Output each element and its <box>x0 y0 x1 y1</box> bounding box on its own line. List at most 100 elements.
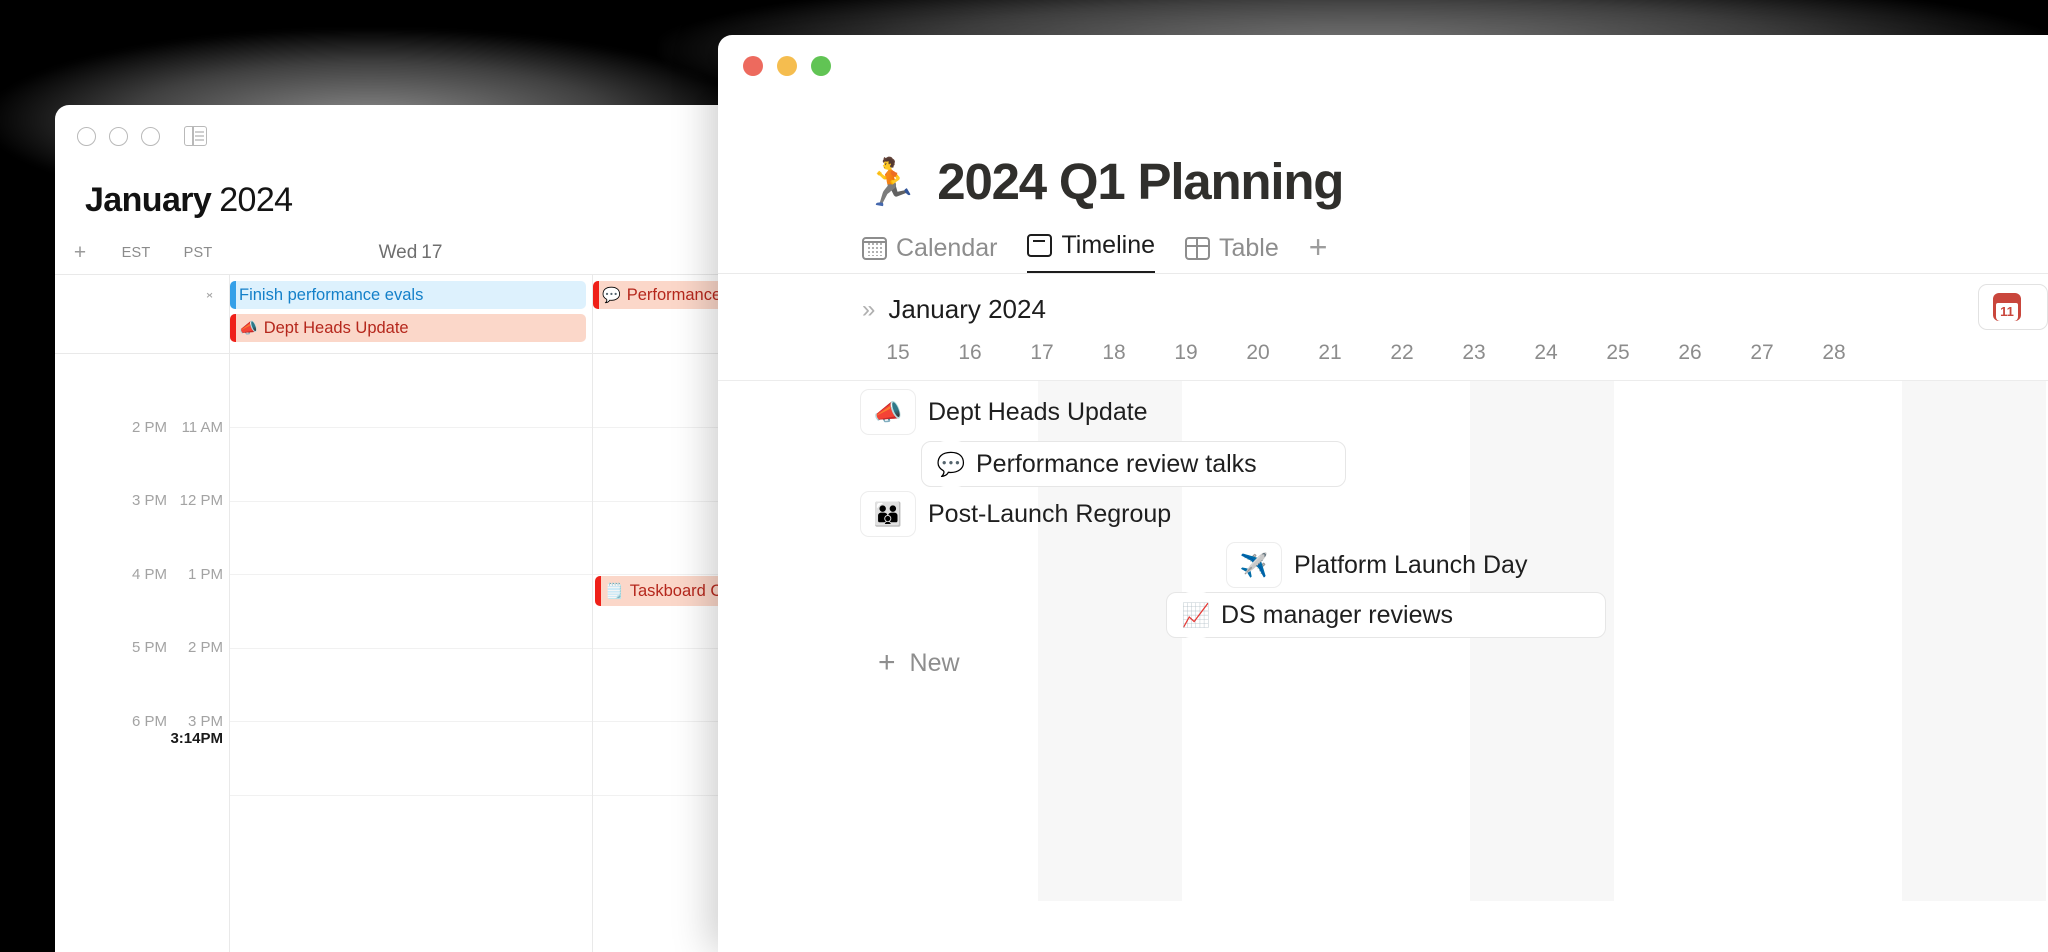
ruler-day[interactable]: 22 <box>1366 341 1438 365</box>
hour-divider <box>230 648 592 649</box>
calendar-year-label: 2024 <box>219 181 293 219</box>
all-day-event-dept-heads[interactable]: 📣 Dept Heads Update <box>230 314 586 342</box>
megaphone-icon: 📣 <box>239 320 258 337</box>
day-header-wed[interactable]: Wed 17 <box>229 242 592 264</box>
timeline-titlebar <box>718 35 2048 97</box>
time-label-pst: 11 AM <box>181 419 223 436</box>
tab-table[interactable]: Table <box>1185 234 1279 274</box>
timeline-item-ds-manager-reviews[interactable]: 📈 DS manager reviews <box>1166 592 1606 638</box>
time-label-est: 2 PM <box>131 419 167 436</box>
timeline-item-label: DS manager reviews <box>1221 600 1454 629</box>
time-label-pst: 1 PM <box>187 566 223 583</box>
add-view-button[interactable]: + <box>1309 229 1328 274</box>
ruler-day[interactable]: 25 <box>1582 341 1654 365</box>
ruler-day[interactable]: 20 <box>1222 341 1294 365</box>
ruler-day[interactable]: 15 <box>862 341 934 365</box>
all-day-event-finish-evals[interactable]: Finish performance evals <box>230 281 586 309</box>
timeline-item-platform-launch-day[interactable]: ✈️ Platform Launch Day <box>1226 542 1527 588</box>
page-title: 2024 Q1 Planning <box>937 153 1344 210</box>
time-row: 4 PM 1 PM <box>55 566 229 583</box>
calendar-icon <box>862 237 887 260</box>
day-header-daynum: 17 <box>421 242 443 263</box>
window-close-button[interactable] <box>77 126 96 146</box>
screenshot-root: January 2024 + EST PST Wed17 Thu18 ⌄ ⌃ <box>0 0 2048 952</box>
event-title: Dept Heads Update <box>263 318 409 337</box>
day-header-weekday: Wed <box>378 242 418 263</box>
timeline-window: 🏃 2024 Q1 Planning Calendar Timeline Tab… <box>718 35 2048 952</box>
new-item-button[interactable]: + New <box>878 646 960 680</box>
event-color-bar <box>593 281 599 309</box>
ruler-day[interactable]: 19 <box>1150 341 1222 365</box>
megaphone-icon: 📣 <box>860 389 916 435</box>
time-label-est: 5 PM <box>131 639 167 656</box>
all-day-column-wed[interactable]: Finish performance evals 📣 Dept Heads Up… <box>229 275 592 353</box>
ruler-day[interactable]: 17 <box>1006 341 1078 365</box>
window-maximize-button[interactable] <box>141 126 160 146</box>
calendar-icon: 11 <box>1993 293 2021 321</box>
hour-divider <box>230 427 592 428</box>
time-row: 5 PM 2 PM <box>55 639 229 656</box>
weekend-stripe <box>1902 381 2046 901</box>
tab-label: Timeline <box>1061 231 1155 259</box>
speech-bubbles-icon: 💬 <box>602 287 621 304</box>
hour-divider <box>230 795 592 796</box>
timezone-label-pst: PST <box>183 245 213 261</box>
timezone-label-est: EST <box>121 245 151 261</box>
timeline-item-dept-heads[interactable]: 📣 Dept Heads Update <box>860 389 1148 435</box>
ruler-day[interactable]: 26 <box>1654 341 1726 365</box>
ruler-day[interactable]: 27 <box>1726 341 1798 365</box>
time-label-pst: 3 PM <box>187 713 223 730</box>
ruler-day[interactable]: 23 <box>1438 341 1510 365</box>
timeline-period-label: January 2024 <box>888 294 1046 324</box>
time-label-est: 6 PM <box>131 713 167 730</box>
time-row: 3 PM 12 PM <box>55 492 229 509</box>
timeline-item-label: Platform Launch Day <box>1294 550 1528 579</box>
tab-label: Table <box>1219 234 1279 262</box>
hour-divider <box>230 721 592 722</box>
ruler-day[interactable]: 16 <box>934 341 1006 365</box>
day-column-wed[interactable] <box>229 354 592 952</box>
timeline-item-label: Dept Heads Update <box>928 397 1148 426</box>
sidebar-toggle-icon[interactable] <box>184 126 207 146</box>
collapse-chevron-icon[interactable]: » <box>862 296 875 324</box>
hour-divider <box>230 574 592 575</box>
time-label-est: 3 PM <box>131 492 167 509</box>
plus-icon: + <box>878 646 896 679</box>
time-gutter: 2 PM 11 AM 3 PM 12 PM 4 PM 1 PM 5 PM 2 P… <box>55 354 229 952</box>
tab-timeline[interactable]: Timeline <box>1027 231 1155 274</box>
speech-bubbles-icon: 💬 <box>936 441 966 487</box>
runner-icon: 🏃 <box>862 155 920 208</box>
ruler-day[interactable]: 18 <box>1078 341 1150 365</box>
time-row: 2 PM 11 AM <box>55 419 229 436</box>
time-label-est: 4 PM <box>131 566 167 583</box>
chart-increasing-icon: 📈 <box>1181 592 1211 638</box>
ruler-day[interactable]: 24 <box>1510 341 1582 365</box>
time-label-pst: 12 PM <box>179 492 223 509</box>
window-maximize-button[interactable] <box>811 56 831 76</box>
today-day-number: 11 <box>1996 303 2018 321</box>
timeline-item-post-launch-regroup[interactable]: 👪 Post-Launch Regroup <box>860 491 1171 537</box>
tab-calendar[interactable]: Calendar <box>862 234 997 274</box>
checklist-icon: 🗒️ <box>605 583 624 600</box>
window-close-button[interactable] <box>743 56 763 76</box>
event-color-bar <box>595 576 601 606</box>
window-minimize-button[interactable] <box>109 126 128 146</box>
airplane-icon: ✈️ <box>1226 542 1282 588</box>
hour-divider <box>230 501 592 502</box>
timeline-item-performance-review-talks[interactable]: 💬 Performance review talks <box>921 441 1346 487</box>
table-icon <box>1185 237 1210 260</box>
timeline-date-ruler: 15 16 17 18 19 20 21 22 23 24 25 26 27 2… <box>718 325 2048 381</box>
today-button[interactable]: 11 <box>1978 284 2048 330</box>
timeline-icon <box>1027 234 1053 257</box>
page-header: 🏃 2024 Q1 Planning <box>718 97 2048 211</box>
ruler-day[interactable]: 28 <box>1798 341 1870 365</box>
tab-label: Calendar <box>896 234 998 262</box>
collapse-chevron-icon[interactable]: ⌄ ⌃ <box>199 285 215 306</box>
ruler-day[interactable]: 21 <box>1294 341 1366 365</box>
timeline-subheader: » January 2024 11 <box>718 274 2048 330</box>
window-minimize-button[interactable] <box>777 56 797 76</box>
time-label-pst: 2 PM <box>187 639 223 656</box>
add-calendar-button[interactable]: + <box>55 241 105 265</box>
time-row: 6 PM 3 PM <box>55 713 229 730</box>
new-item-label: New <box>909 648 960 677</box>
